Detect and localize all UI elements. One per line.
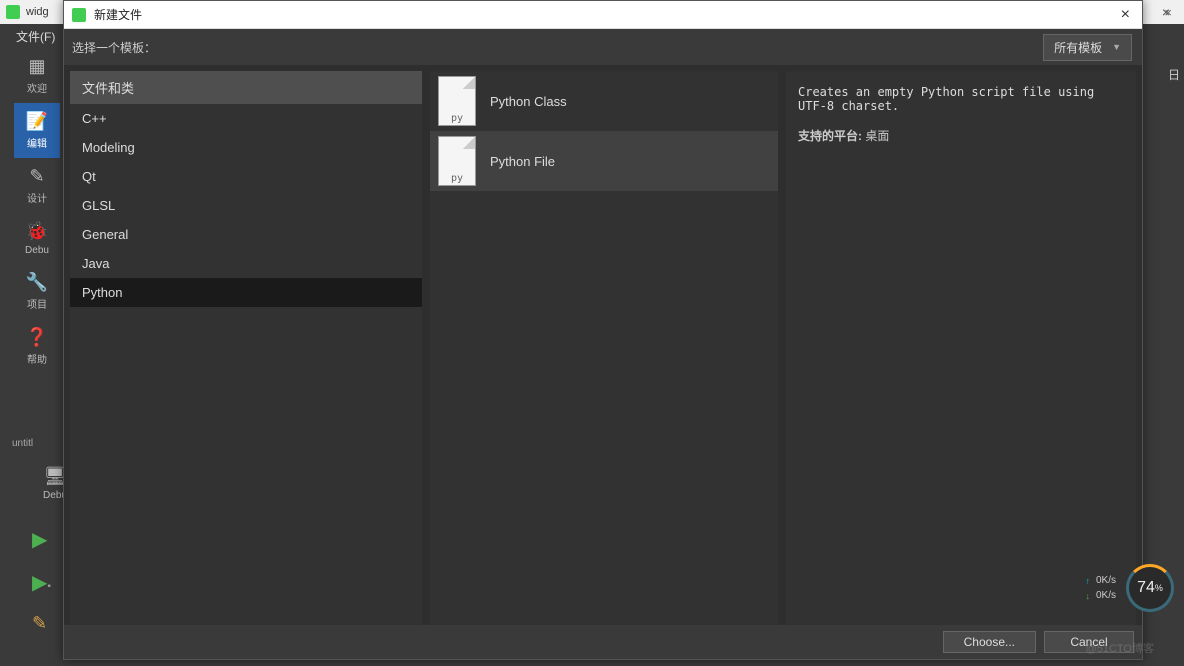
choose-template-label: 选择一个模板： [72, 39, 156, 56]
file-icon: py [438, 136, 476, 186]
arrow-down-icon: ↓ [1085, 591, 1090, 601]
sidebar-help[interactable]: ❓帮助 [14, 319, 60, 374]
template-python-file[interactable]: py Python File [430, 131, 778, 191]
template-filter-dropdown[interactable]: 所有模板 ▼ [1043, 34, 1132, 61]
arrow-up-icon: ↑ [1085, 576, 1090, 586]
sidebar-edit[interactable]: 📝编辑 [14, 103, 60, 158]
usage-circle: 74% [1126, 564, 1174, 612]
category-panel: 文件和类 C++ Modeling Qt GLSL General Java P… [70, 71, 422, 625]
chevron-down-icon: ▼ [1112, 42, 1121, 52]
menu-file[interactable]: 文件(F) [16, 30, 55, 44]
bg-outer-close[interactable]: × [1162, 4, 1170, 20]
qt-app-icon [6, 5, 20, 19]
file-icon: py [438, 76, 476, 126]
dialog-close-icon[interactable]: × [1117, 6, 1134, 24]
network-widget[interactable]: ↑ 0K/s ↓ 0K/s 74% [1085, 564, 1174, 612]
sidebar-debug[interactable]: 🐞Debu [14, 213, 60, 264]
app-title: widg [26, 6, 49, 18]
sidebar-design[interactable]: ✎设计 [14, 158, 60, 213]
sidebar-project[interactable]: 🔧项目 [14, 264, 60, 319]
untitled-label: untitl [12, 438, 33, 449]
new-file-dialog: 新建文件 × 选择一个模板： 所有模板 ▼ 文件和类 C++ Modeling … [63, 0, 1143, 660]
watermark: @51CTO博客 [1086, 640, 1154, 656]
platform-value: 桌面 [865, 129, 889, 143]
category-modeling[interactable]: Modeling [70, 133, 422, 162]
choose-button[interactable]: Choose... [943, 631, 1036, 653]
upload-speed: 0K/s [1096, 575, 1116, 586]
template-panel: py Python Class py Python File [430, 71, 778, 625]
category-cpp[interactable]: C++ [70, 104, 422, 133]
right-tab[interactable]: 日 [1164, 62, 1184, 87]
category-general[interactable]: General [70, 220, 422, 249]
sidebar-welcome[interactable]: ▦欢迎 [14, 48, 60, 103]
category-glsl[interactable]: GLSL [70, 191, 422, 220]
download-speed: 0K/s [1096, 590, 1116, 601]
dialog-qt-icon [72, 8, 86, 22]
dialog-title: 新建文件 [94, 6, 142, 23]
category-files-and-classes[interactable]: 文件和类 [70, 71, 422, 104]
category-qt[interactable]: Qt [70, 162, 422, 191]
template-description: Creates an empty Python script file usin… [798, 85, 1124, 113]
template-label: Python File [490, 154, 555, 169]
category-java[interactable]: Java [70, 249, 422, 278]
platform-label: 支持的平台: [798, 129, 862, 143]
template-label: Python Class [490, 94, 567, 109]
category-python[interactable]: Python [70, 278, 422, 307]
template-python-class[interactable]: py Python Class [430, 71, 778, 131]
description-panel: Creates an empty Python script file usin… [786, 71, 1136, 625]
